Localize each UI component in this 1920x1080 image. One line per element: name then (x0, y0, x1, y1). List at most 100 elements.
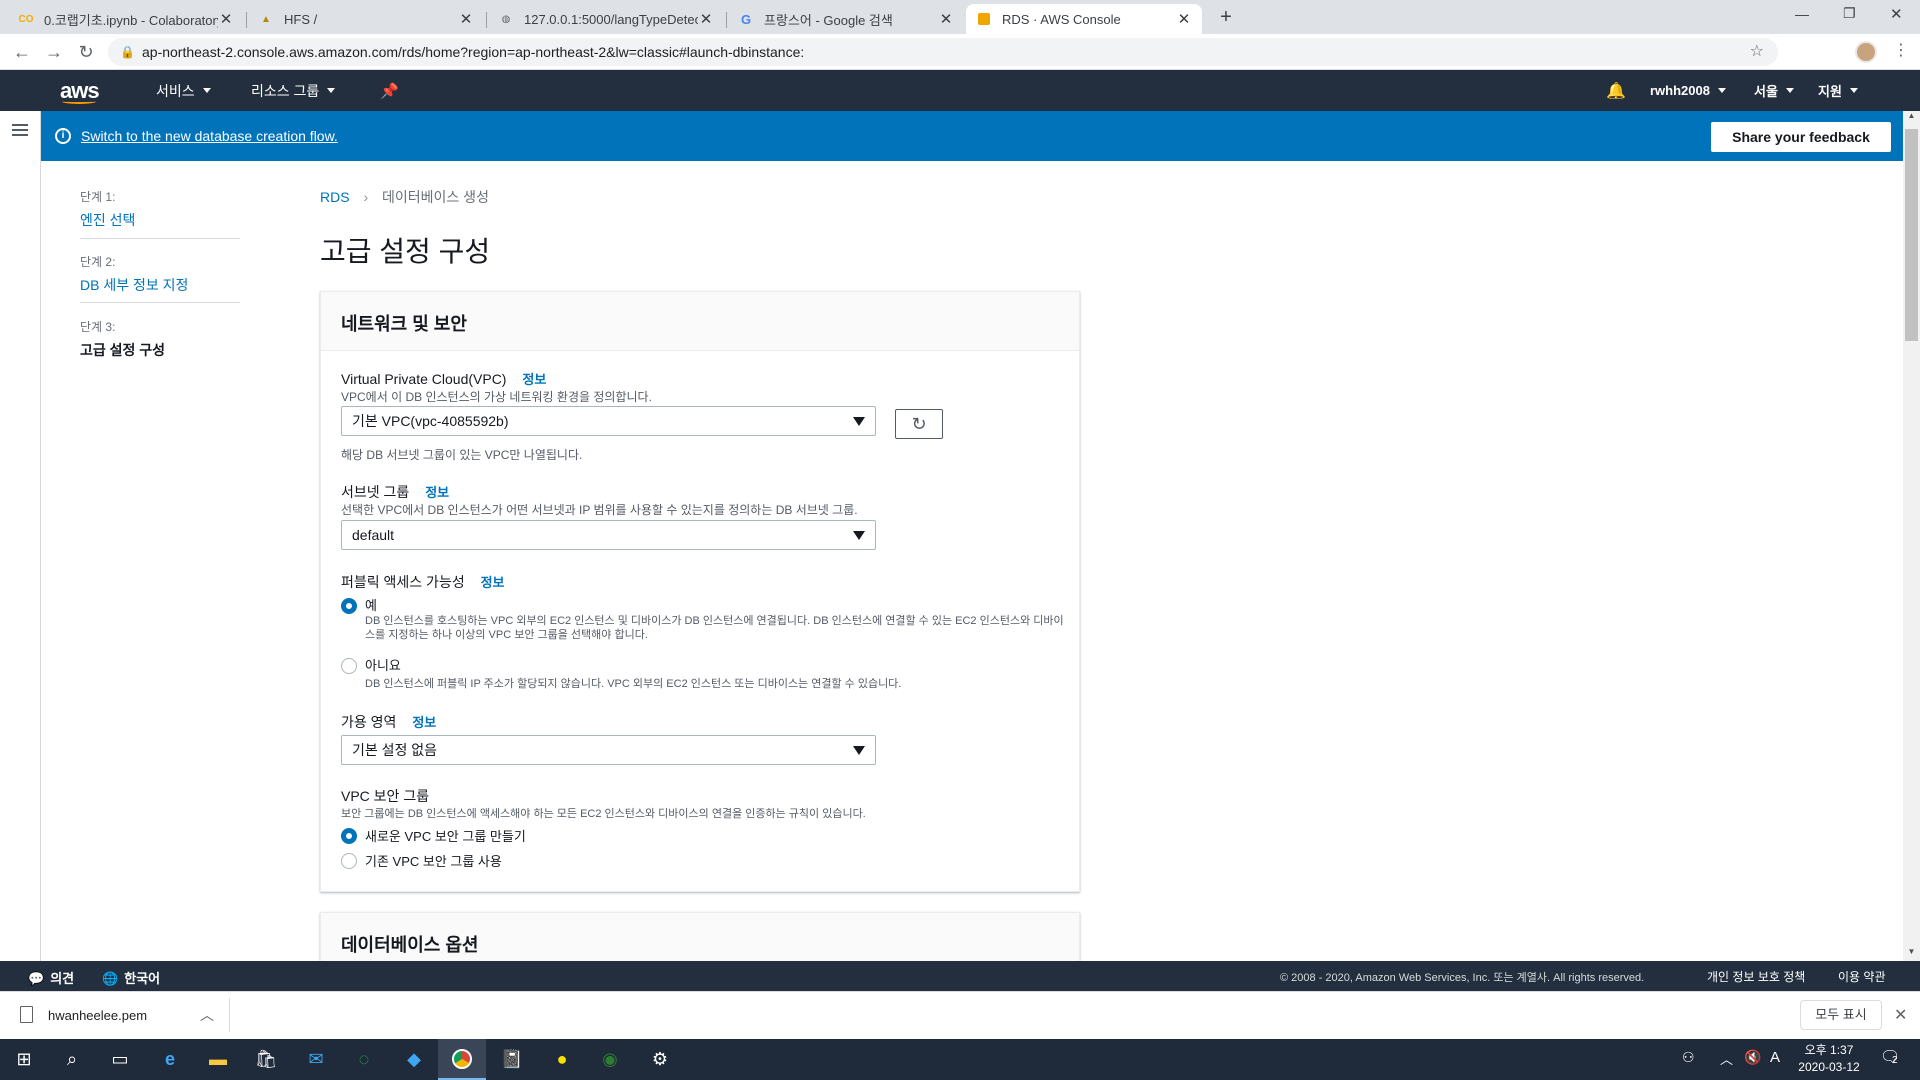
colab-icon: CO (18, 13, 34, 25)
new-tab-button[interactable]: + (1212, 6, 1240, 30)
vpc-select[interactable]: 기본 VPC(vpc-4085592b) (341, 406, 876, 436)
app-icon[interactable]: ⚙ (636, 1039, 684, 1080)
people-icon[interactable]: ⚇ (1682, 1049, 1695, 1066)
search-icon[interactable]: ⌕ (48, 1039, 96, 1080)
speaker-muted-icon[interactable]: 🔇 (1744, 1049, 1761, 1066)
pin-icon[interactable]: 📌 (380, 70, 399, 111)
subnet-select[interactable]: default (341, 520, 876, 550)
reload-icon[interactable]: ↻ (74, 40, 98, 64)
download-item[interactable]: hwanheelee.pem (48, 1008, 147, 1023)
vscode-icon[interactable]: ◆ (390, 1039, 438, 1080)
refresh-app-icon[interactable]: ◌ (340, 1039, 388, 1080)
chevron-down-icon (1849, 88, 1858, 93)
step-1-link[interactable]: 엔진 선택 (80, 210, 135, 230)
step-1: 단계 1: 엔진 선택 (80, 188, 135, 230)
browser-menu-icon[interactable]: ⋮ (1893, 40, 1909, 60)
vpc-info-link[interactable]: 정보 (522, 372, 546, 387)
page-scrollbar[interactable]: ▲ ▼ (1903, 111, 1920, 961)
new-flow-link[interactable]: Switch to the new database creation flow… (81, 128, 338, 144)
url-input[interactable]: 🔒 ap-northeast-2.console.aws.amazon.com/… (108, 38, 1778, 66)
tab-title: 127.0.0.1:5000/langTypeDetect (524, 11, 698, 27)
az-info-link[interactable]: 정보 (412, 715, 436, 730)
step-3-current: 고급 설정 구성 (80, 342, 166, 358)
kakaotalk-icon[interactable]: ● (538, 1039, 586, 1080)
share-feedback-button[interactable]: Share your feedback (1711, 122, 1891, 152)
forward-icon[interactable]: → (42, 40, 66, 64)
support-menu[interactable]: 지원 (1818, 70, 1858, 111)
breadcrumb-current: 데이터베이스 생성 (382, 189, 489, 205)
clock[interactable]: 오후 1:37 2020-03-12 (1794, 1042, 1864, 1076)
chevron-down-icon (202, 88, 211, 93)
copyright: © 2008 - 2020, Amazon Web Services, Inc.… (1280, 972, 1645, 984)
hamburger-menu-icon[interactable] (12, 124, 28, 136)
task-view-icon[interactable]: ▭ (96, 1039, 144, 1080)
region-menu[interactable]: 서울 (1754, 70, 1794, 111)
chevron-down-icon (327, 88, 336, 93)
show-all-button[interactable]: 모두 표시 (1800, 1000, 1882, 1030)
bookmark-star-icon[interactable]: ☆ (1750, 38, 1764, 66)
account-menu[interactable]: rwhh2008 (1650, 70, 1726, 111)
tab-rds[interactable]: RDS · AWS Console ✕ (966, 4, 1202, 34)
file-icon (20, 1006, 33, 1023)
panel-heading: 네트워크 및 보안 (321, 292, 1079, 351)
minimize-button[interactable]: — (1795, 6, 1809, 22)
step-2-link[interactable]: DB 세부 정보 지정 (80, 275, 188, 295)
public-info-link[interactable]: 정보 (481, 575, 505, 590)
language-selector[interactable]: 🌐 한국어 (102, 968, 160, 987)
close-icon[interactable]: ✕ (458, 10, 474, 28)
dropdown-arrow-icon (853, 417, 865, 426)
public-no-description: DB 인스턴스에 퍼블릭 IP 주소가 할당되지 않습니다. VPC 외부의 E… (365, 678, 902, 690)
public-yes-radio[interactable] (341, 598, 357, 614)
close-icon[interactable]: ✕ (1894, 1005, 1907, 1025)
globe-icon: ◍ (501, 13, 511, 25)
restore-button[interactable]: ❐ (1843, 5, 1856, 22)
tab-hfs[interactable]: ▲ HFS / ✕ (248, 4, 484, 34)
scroll-down-icon[interactable]: ▼ (1905, 947, 1918, 961)
resource-groups-menu[interactable]: 리소스 그룹 (251, 70, 336, 111)
ime-indicator[interactable]: A (1770, 1049, 1780, 1066)
edge-icon[interactable]: e (146, 1039, 194, 1080)
public-no-label: 아니요 (365, 658, 401, 673)
chevron-up-icon[interactable]: ︿ (1720, 1049, 1733, 1068)
left-rail (0, 111, 41, 961)
sg-existing-radio[interactable] (341, 853, 357, 869)
notification-icon[interactable]: 🗨 2 (1880, 1047, 1904, 1071)
chevron-down-icon (1717, 88, 1726, 93)
feedback-link[interactable]: 💬 의견 (28, 968, 74, 987)
az-select[interactable]: 기본 설정 없음 (341, 735, 876, 765)
tab-google[interactable]: G 프랑스어 - Google 검색 ✕ (728, 4, 964, 34)
store-icon[interactable]: 🛍 (242, 1039, 290, 1080)
terms-link[interactable]: 이용 약관 (1838, 968, 1886, 985)
vpc-label: Virtual Private Cloud(VPC) 정보 (341, 371, 547, 387)
subnet-info-link[interactable]: 정보 (425, 485, 449, 500)
public-yes-label: 예 (365, 598, 377, 613)
notepad-icon[interactable]: 📓 (488, 1039, 536, 1080)
close-icon[interactable]: ✕ (698, 10, 714, 28)
tab-colab[interactable]: CO 0.코랩기초.ipynb - Colaboratory ✕ (8, 4, 244, 34)
tab-localhost[interactable]: ◍ 127.0.0.1:5000/langTypeDetect ✕ (488, 4, 724, 34)
close-icon[interactable]: ✕ (1176, 10, 1192, 28)
breadcrumb-rds-link[interactable]: RDS (320, 189, 350, 205)
sg-new-radio[interactable] (341, 828, 357, 844)
file-explorer-icon[interactable]: ▬ (194, 1039, 242, 1080)
privacy-link[interactable]: 개인 정보 보호 정책 (1707, 968, 1805, 985)
hfs-icon: ▲ (261, 13, 271, 25)
mail-icon[interactable]: ✉ (292, 1039, 340, 1080)
public-access-label: 퍼블릭 액세스 가능성 정보 (341, 574, 505, 590)
scrollbar-thumb[interactable] (1905, 129, 1918, 341)
hfs-app-icon[interactable]: ◉ (586, 1039, 634, 1080)
profile-avatar[interactable] (1855, 41, 1877, 63)
chevron-up-icon[interactable]: ︿ (200, 1005, 214, 1025)
aws-logo[interactable]: aws (60, 70, 100, 111)
windows-start-icon[interactable]: ⊞ (0, 1039, 48, 1080)
bell-icon[interactable]: 🔔 (1606, 70, 1626, 111)
window-close-button[interactable]: ✕ (1890, 5, 1903, 23)
back-icon[interactable]: ← (10, 40, 34, 64)
close-icon[interactable]: ✕ (218, 10, 234, 28)
scroll-up-icon[interactable]: ▲ (1905, 111, 1918, 125)
refresh-button[interactable]: ↻ (895, 409, 943, 439)
public-no-radio[interactable] (341, 658, 357, 674)
services-menu[interactable]: 서비스 (156, 70, 211, 111)
chrome-icon[interactable] (438, 1039, 486, 1080)
close-icon[interactable]: ✕ (938, 10, 954, 28)
